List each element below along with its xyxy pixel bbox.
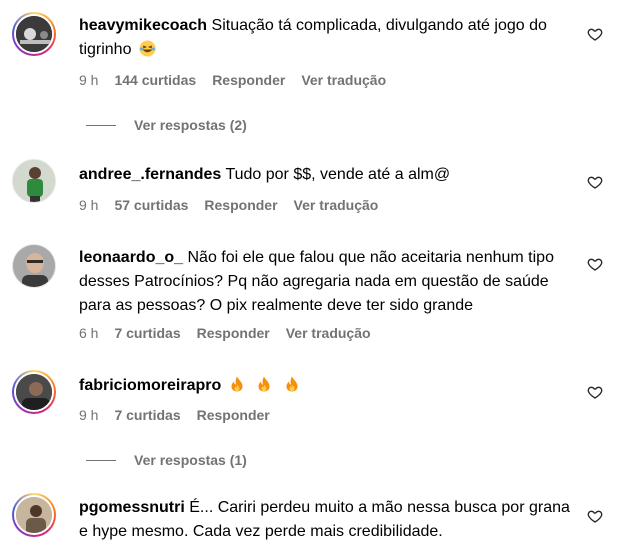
comment-likes[interactable]: 7 curtidas (114, 406, 180, 424)
avatar[interactable] (12, 159, 56, 203)
translate-button[interactable]: Ver tradução (286, 324, 371, 342)
avatar-image (12, 159, 56, 203)
fire-icon (285, 376, 299, 392)
translate-button[interactable]: Ver tradução (294, 196, 379, 214)
like-heart-icon[interactable] (587, 26, 603, 42)
replies-divider (86, 124, 116, 126)
like-heart-icon[interactable] (587, 256, 603, 272)
comment-time[interactable]: 9 h (79, 406, 98, 424)
reply-button[interactable]: Responder (197, 324, 270, 342)
fire-icon (230, 376, 244, 392)
view-replies-button[interactable]: Ver respostas (1) (86, 452, 247, 468)
comment-username[interactable]: fabriciomoreirapro (79, 377, 221, 394)
avatar[interactable] (12, 370, 56, 414)
view-replies-label[interactable]: Ver respostas (1) (134, 452, 247, 468)
translate-button[interactable]: Ver tradução (301, 71, 386, 89)
reply-button[interactable]: Responder (212, 71, 285, 89)
reply-button[interactable]: Responder (204, 196, 277, 214)
comment-time[interactable]: 9 h (79, 196, 98, 214)
comment-time[interactable]: 9 h (79, 71, 98, 89)
comment-time[interactable]: 6 h (79, 324, 98, 342)
comment-likes[interactable]: 144 curtidas (114, 71, 196, 89)
avatar-image (14, 495, 54, 535)
comment-username[interactable]: heavymikecoach (79, 17, 207, 34)
reply-button[interactable]: Responder (197, 406, 270, 424)
avatar[interactable] (12, 493, 56, 537)
comment-username[interactable]: leonaardo_o_ (79, 249, 183, 266)
like-heart-icon[interactable] (587, 384, 603, 400)
avatar[interactable] (12, 244, 56, 288)
comment-text: Tudo por $$, vende até a alm@ (225, 166, 451, 183)
view-replies-label[interactable]: Ver respostas (2) (134, 117, 247, 133)
avatar-image (14, 14, 54, 54)
comment-likes[interactable]: 7 curtidas (114, 324, 180, 342)
like-heart-icon[interactable] (587, 508, 603, 524)
replies-divider (86, 459, 116, 461)
comment-likes[interactable]: 57 curtidas (114, 196, 188, 214)
avatar[interactable] (12, 12, 56, 56)
avatar-image (12, 244, 56, 288)
comment-username[interactable]: andree_.fernandes (79, 166, 221, 183)
comment-username[interactable]: pgomessnutri (79, 499, 185, 516)
fire-icon (257, 376, 271, 392)
laughing-face-icon (139, 40, 156, 57)
view-replies-button[interactable]: Ver respostas (2) (86, 117, 247, 133)
like-heart-icon[interactable] (587, 174, 603, 190)
avatar-image (14, 372, 54, 412)
